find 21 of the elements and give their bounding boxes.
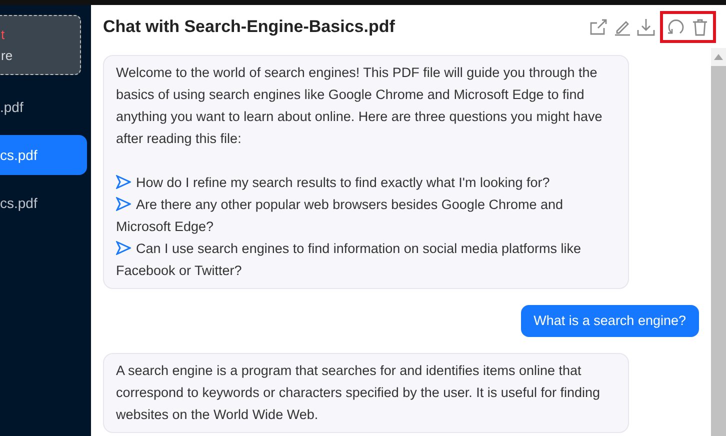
message-text: Welcome to the world of search engines! This PDF file will guide you through the basics of using search engines like Google Chrome and Microsoft Edge to find anything you want to learn about online. Here are three questions you might have after reading this file: bbox=[116, 64, 604, 148]
send-icon bbox=[116, 241, 131, 255]
upload-hint: re bbox=[0, 48, 13, 63]
share-icon[interactable] bbox=[588, 16, 608, 36]
file-item[interactable]: cs.pdf bbox=[0, 183, 87, 223]
upload-text: t bbox=[0, 27, 5, 42]
chat-title: Chat with Search-Engine-Basics.pdf bbox=[103, 16, 396, 36]
suggested-question[interactable]: Are there any other popular web browsers besides Google Chrome and Microsoft Edge? bbox=[116, 194, 616, 238]
send-icon bbox=[116, 197, 131, 211]
user-message: What is a search engine? bbox=[520, 305, 699, 337]
file-item[interactable]: .pdf bbox=[0, 87, 87, 127]
file-item[interactable]: cs.pdf bbox=[0, 135, 87, 175]
refresh-icon[interactable] bbox=[666, 16, 686, 36]
download-icon[interactable] bbox=[636, 16, 656, 36]
upload-area[interactable]: t re bbox=[0, 15, 81, 75]
scroll-up-icon[interactable] bbox=[714, 54, 723, 60]
send-icon bbox=[116, 175, 131, 189]
trash-icon[interactable] bbox=[690, 16, 710, 36]
suggested-question[interactable]: How do I refine my search results to find exactly what I'm looking for? bbox=[116, 172, 616, 194]
suggested-question[interactable]: Can I use search engines to find information on social media platforms like Facebook or Twitter? bbox=[116, 238, 616, 282]
message-text: A search engine is a program that searches for and identifies items online that correspond to keywords or characters specified by the user. It is useful for finding websites on the World Wide Web. bbox=[116, 362, 601, 424]
